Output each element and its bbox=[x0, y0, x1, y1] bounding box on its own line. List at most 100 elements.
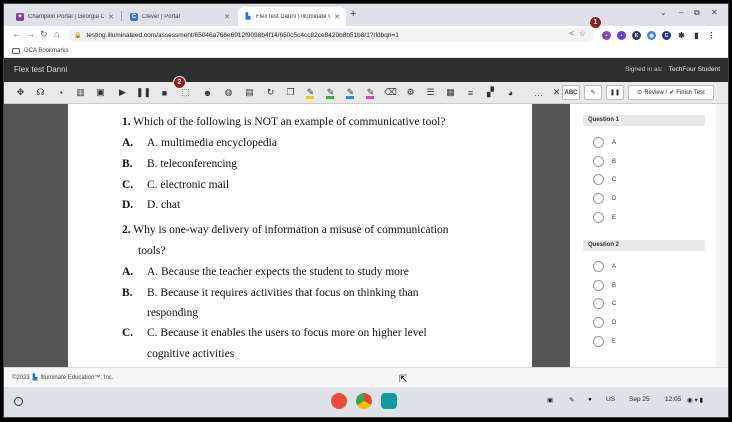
radio-button[interactable] bbox=[593, 261, 604, 272]
move-icon[interactable]: ✥ bbox=[14, 86, 27, 99]
extension-icon[interactable]: ▪ bbox=[602, 31, 611, 40]
radio-button[interactable] bbox=[593, 212, 604, 223]
translate-icon[interactable]: ◍ bbox=[222, 86, 235, 99]
mask-icon[interactable]: ▦ bbox=[444, 86, 457, 99]
pointer-icon[interactable]: ◕ bbox=[504, 86, 517, 99]
tab-search-icon[interactable]: ⌄ bbox=[660, 8, 667, 17]
abc-button[interactable]: ABC bbox=[562, 85, 580, 100]
q1-choice-d[interactable]: D bbox=[593, 193, 616, 204]
close-window-icon[interactable]: ✕ bbox=[711, 8, 718, 17]
option-text: B. Because it requires activities that f… bbox=[147, 287, 419, 299]
close-tab-icon[interactable]: ✕ bbox=[334, 13, 340, 21]
side-panel-icon[interactable]: ▮ bbox=[692, 31, 701, 40]
tab-clever-portal[interactable]: C Clever | Portal ✕ bbox=[124, 7, 236, 26]
reload-icon[interactable]: ↻ bbox=[40, 29, 48, 40]
pause-test-icon[interactable]: ❚❚ bbox=[606, 85, 624, 100]
extension-icon[interactable]: C bbox=[662, 31, 671, 40]
refresh-icon[interactable]: ↻ bbox=[264, 86, 277, 99]
clever-favicon-icon: C bbox=[130, 12, 138, 21]
text-to-speech-icon[interactable]: ☊ bbox=[34, 86, 47, 99]
q1-choice-e[interactable]: E bbox=[593, 212, 616, 223]
eraser-icon[interactable]: ⌫ bbox=[384, 86, 397, 99]
answer-panel: Question 1 A B C D E Question 2 A B C D … bbox=[576, 104, 714, 367]
keyboard-language[interactable]: US bbox=[606, 396, 615, 403]
check-icon: ✔ bbox=[669, 90, 675, 96]
review-finish-button[interactable]: ⊙ Review / ✔ Finish Test bbox=[628, 85, 714, 100]
extension-icon[interactable]: ▪ bbox=[617, 31, 626, 40]
radio-button[interactable] bbox=[593, 280, 604, 291]
q2-choice-e[interactable]: E bbox=[593, 336, 616, 347]
radio-button[interactable] bbox=[593, 336, 604, 347]
play-icon[interactable]: ▶ bbox=[116, 86, 129, 99]
notes-icon[interactable]: ▞ bbox=[484, 86, 497, 99]
display-icon[interactable]: ▤ bbox=[243, 86, 256, 99]
highlighter-blue-icon[interactable]: ✎ bbox=[344, 86, 357, 99]
speaker-icon[interactable]: ◔ bbox=[54, 86, 67, 99]
choice-label: B bbox=[612, 282, 617, 289]
copyright-text: ©2023 bbox=[12, 374, 30, 381]
q2-choice-b[interactable]: B bbox=[593, 280, 616, 291]
radio-button[interactable] bbox=[593, 317, 604, 328]
voice-icon[interactable]: ☻ bbox=[201, 86, 214, 99]
classroom-app-icon[interactable] bbox=[381, 393, 397, 409]
edit-icon[interactable]: ✎ bbox=[584, 85, 602, 100]
menu-icon[interactable]: ⋮ bbox=[707, 31, 716, 40]
bookmark-gca[interactable]: GCA Bookmarks bbox=[24, 48, 68, 54]
lock-icon: 🔒 bbox=[74, 32, 82, 39]
radio-button[interactable] bbox=[593, 137, 604, 148]
forward-icon[interactable]: → bbox=[26, 29, 35, 39]
q1-choice-c[interactable]: C bbox=[593, 174, 616, 185]
list-icon[interactable]: ☰ bbox=[424, 86, 437, 99]
radio-button[interactable] bbox=[593, 193, 604, 204]
q1-choice-b[interactable]: B bbox=[593, 156, 616, 167]
puzzle-icon[interactable]: ✱ bbox=[677, 31, 686, 40]
scrollbar[interactable] bbox=[716, 104, 728, 367]
extension-icon[interactable]: ◉ bbox=[647, 31, 656, 40]
chrome-icon[interactable] bbox=[356, 393, 372, 409]
minimize-icon[interactable]: – bbox=[679, 8, 683, 17]
pause-icon[interactable]: ❚❚ bbox=[136, 86, 151, 99]
date-text[interactable]: Sep 25 bbox=[629, 396, 650, 403]
bookmark-star-icon[interactable]: ☆ bbox=[579, 29, 586, 38]
screen: ✦ Champion Portal | Georgia Cybe ✕ C Cle… bbox=[3, 3, 729, 418]
q2-choice-d[interactable]: D bbox=[593, 317, 616, 328]
q2-choice-c[interactable]: C bbox=[593, 298, 616, 309]
copy-icon[interactable]: ❐ bbox=[284, 86, 297, 99]
screenshot-icon[interactable]: ▣ bbox=[547, 396, 553, 404]
restore-icon[interactable]: ⧉ bbox=[694, 8, 700, 18]
gear-icon[interactable]: ⚙ bbox=[404, 86, 417, 99]
close-tab-icon[interactable]: ✕ bbox=[224, 13, 230, 21]
tab-champion-portal[interactable]: ✦ Champion Portal | Georgia Cybe ✕ bbox=[10, 7, 120, 26]
new-tab-button[interactable]: + bbox=[350, 8, 356, 20]
extension-icon[interactable]: K bbox=[632, 31, 641, 40]
book-icon[interactable]: ▥ bbox=[74, 86, 87, 99]
home-icon[interactable]: ⌂ bbox=[54, 29, 59, 39]
radio-button[interactable] bbox=[593, 174, 604, 185]
highlighter-pink-icon[interactable]: ✎ bbox=[364, 86, 377, 99]
more-icon[interactable]: … bbox=[532, 86, 545, 99]
stylus-icon[interactable]: ✎ bbox=[569, 396, 574, 404]
radio-button[interactable] bbox=[593, 298, 604, 309]
close-tab-icon[interactable]: ✕ bbox=[108, 13, 114, 21]
image-icon[interactable]: ▣ bbox=[94, 86, 107, 99]
clock-text[interactable]: 12:05 bbox=[665, 396, 681, 403]
status-icons[interactable]: ◉ ▾ ▮ bbox=[687, 396, 703, 404]
highlighter-yellow-icon[interactable]: ✎ bbox=[304, 86, 317, 99]
question-1-label: Question 1 bbox=[583, 115, 705, 126]
app-icon[interactable] bbox=[331, 393, 347, 409]
address-bar[interactable]: 🔒 testing.illuminateed.com/assessment/65… bbox=[68, 28, 594, 42]
notification-icon[interactable]: ● bbox=[588, 396, 592, 403]
right-gutter bbox=[532, 104, 570, 367]
tab-strip: ✦ Champion Portal | Georgia Cybe ✕ C Cle… bbox=[4, 4, 728, 26]
share-icon[interactable]: < bbox=[569, 29, 574, 38]
q2-choice-a[interactable]: A bbox=[593, 261, 616, 272]
tab-flex-test[interactable]: ▙ Flex test Danni | Illuminate Onli ✕ bbox=[238, 7, 346, 26]
reading-list-icon[interactable]: ≡ bbox=[464, 86, 477, 99]
radio-button[interactable] bbox=[593, 156, 604, 167]
launcher-icon[interactable] bbox=[14, 397, 23, 406]
stop-icon[interactable]: ■ bbox=[158, 86, 171, 99]
q1-choice-a[interactable]: A bbox=[593, 137, 616, 148]
highlighter-green-icon[interactable]: ✎ bbox=[324, 86, 337, 99]
url-text: testing.illuminateed.com/assessment/6504… bbox=[86, 31, 399, 39]
back-icon[interactable]: ← bbox=[12, 29, 21, 39]
